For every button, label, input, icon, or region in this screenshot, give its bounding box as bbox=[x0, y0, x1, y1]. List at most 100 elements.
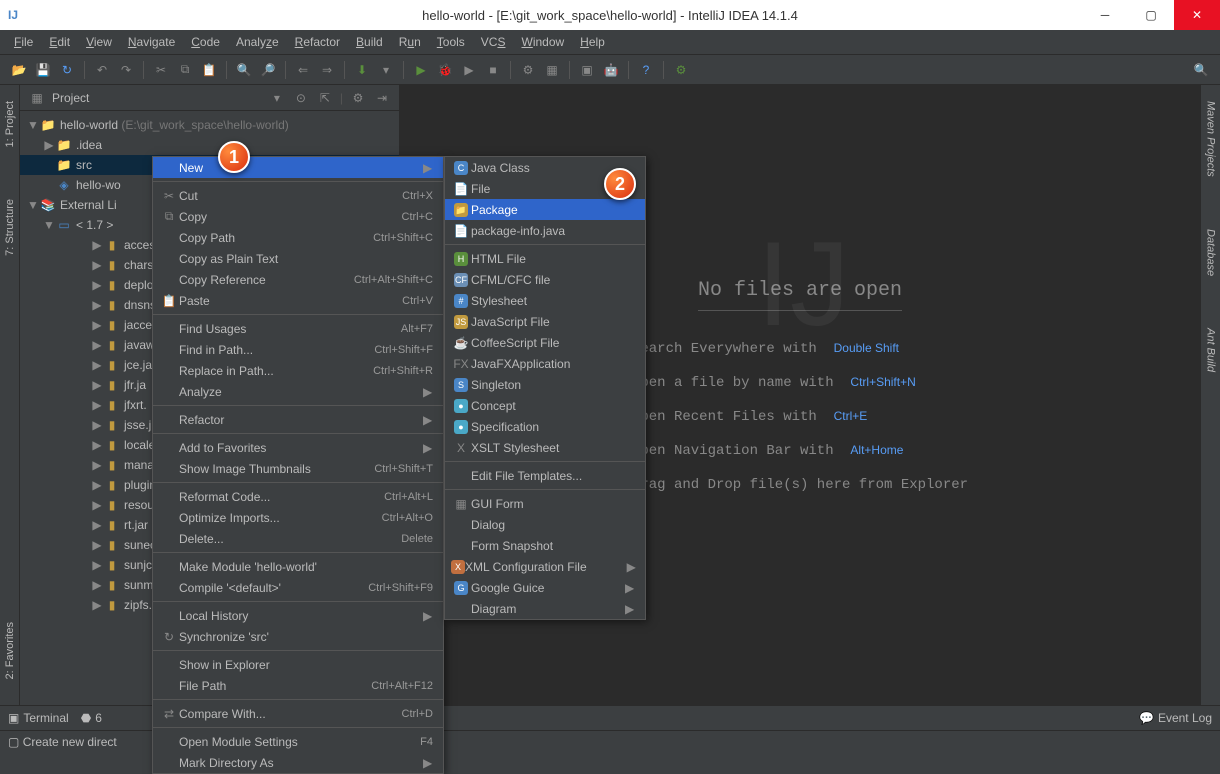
menu-item[interactable]: Find in Path...Ctrl+Shift+F bbox=[153, 339, 443, 360]
save-icon[interactable]: 💾 bbox=[32, 59, 54, 81]
structure-icon[interactable]: ▦ bbox=[541, 59, 563, 81]
terminal-tab[interactable]: ▣ Terminal bbox=[8, 711, 69, 725]
menu-item[interactable]: Add to Favorites▶ bbox=[153, 437, 443, 458]
menu-item[interactable]: ▦GUI Form bbox=[445, 493, 645, 514]
copy-icon[interactable]: ⧉ bbox=[174, 59, 196, 81]
event-log-tab[interactable]: 💬 Event Log bbox=[1139, 711, 1212, 725]
paste-icon[interactable]: 📋 bbox=[198, 59, 220, 81]
search-icon[interactable]: 🔍 bbox=[1190, 59, 1212, 81]
tab-ant[interactable]: Ant Build bbox=[1203, 322, 1219, 378]
menu-file[interactable]: File bbox=[6, 32, 41, 52]
menu-item[interactable]: Analyze▶ bbox=[153, 381, 443, 402]
menu-item[interactable]: Open Module SettingsF4 bbox=[153, 731, 443, 752]
sync-icon[interactable]: ↻ bbox=[56, 59, 78, 81]
menu-refactor[interactable]: Refactor bbox=[287, 32, 348, 52]
menu-item[interactable]: 📋PasteCtrl+V bbox=[153, 290, 443, 311]
tab-project[interactable]: 1: Project bbox=[2, 95, 18, 153]
menu-item[interactable]: Compile '<default>'Ctrl+Shift+F9 bbox=[153, 577, 443, 598]
menu-item[interactable]: Show in Explorer bbox=[153, 654, 443, 675]
menu-item[interactable]: JSJavaScript File bbox=[445, 311, 645, 332]
menu-item[interactable]: 📄package-info.java bbox=[445, 220, 645, 241]
menu-item[interactable]: Delete...Delete bbox=[153, 528, 443, 549]
menu-item[interactable]: Reformat Code...Ctrl+Alt+L bbox=[153, 486, 443, 507]
menu-item[interactable]: Copy as Plain Text bbox=[153, 248, 443, 269]
stop-icon[interactable]: ■ bbox=[482, 59, 504, 81]
gear-icon[interactable]: ⚙ bbox=[670, 59, 692, 81]
coverage-icon[interactable]: ▶ bbox=[458, 59, 480, 81]
menu-item[interactable]: ●Concept bbox=[445, 395, 645, 416]
menu-help[interactable]: Help bbox=[572, 32, 613, 52]
menu-item[interactable]: Local History▶ bbox=[153, 605, 443, 626]
forward-icon[interactable]: ⇒ bbox=[316, 59, 338, 81]
dropdown-icon[interactable]: ▾ bbox=[268, 89, 286, 107]
menu-item[interactable]: ↻Synchronize 'src' bbox=[153, 626, 443, 647]
menu-item[interactable]: Copy ReferenceCtrl+Alt+Shift+C bbox=[153, 269, 443, 290]
menu-edit[interactable]: Edit bbox=[41, 32, 78, 52]
minimize-button[interactable]: ─ bbox=[1082, 0, 1128, 30]
android-icon[interactable]: 🤖 bbox=[600, 59, 622, 81]
tab-structure[interactable]: 7: Structure bbox=[2, 193, 18, 262]
menu-item[interactable]: Optimize Imports...Ctrl+Alt+O bbox=[153, 507, 443, 528]
menu-item[interactable]: 📁Package bbox=[445, 199, 645, 220]
menu-item[interactable]: HHTML File bbox=[445, 248, 645, 269]
menu-tools[interactable]: Tools bbox=[429, 32, 473, 52]
sdk-icon[interactable]: ▣ bbox=[576, 59, 598, 81]
menu-run[interactable]: Run bbox=[391, 32, 429, 52]
menu-build[interactable]: Build bbox=[348, 32, 391, 52]
menu-window[interactable]: Window bbox=[513, 32, 572, 52]
menu-item[interactable]: XXML Configuration File▶ bbox=[445, 556, 645, 577]
vcs-icon[interactable]: ⚙ bbox=[517, 59, 539, 81]
menu-item[interactable]: File PathCtrl+Alt+F12 bbox=[153, 675, 443, 696]
close-button[interactable]: ✕ bbox=[1174, 0, 1220, 30]
menu-item[interactable]: New▶ bbox=[153, 157, 443, 178]
tab-favorites[interactable]: 2: Favorites bbox=[2, 616, 18, 685]
tab-maven[interactable]: Maven Projects bbox=[1203, 95, 1219, 183]
debug-icon[interactable]: 🐞 bbox=[434, 59, 456, 81]
menu-item[interactable]: ✂CutCtrl+X bbox=[153, 185, 443, 206]
menu-item[interactable]: XXSLT Stylesheet bbox=[445, 437, 645, 458]
menu-navigate[interactable]: Navigate bbox=[120, 32, 183, 52]
hide-icon[interactable]: ⇥ bbox=[373, 89, 391, 107]
menu-item[interactable]: Diagram▶ bbox=[445, 598, 645, 619]
menu-item[interactable]: Refactor▶ bbox=[153, 409, 443, 430]
menu-item[interactable]: Copy PathCtrl+Shift+C bbox=[153, 227, 443, 248]
menu-item[interactable]: GGoogle Guice▶ bbox=[445, 577, 645, 598]
replace-icon[interactable]: 🔎 bbox=[257, 59, 279, 81]
menu-item[interactable]: Make Module 'hello-world' bbox=[153, 556, 443, 577]
menu-item[interactable]: CFCFML/CFC file bbox=[445, 269, 645, 290]
find-icon[interactable]: 🔍 bbox=[233, 59, 255, 81]
menu-item[interactable]: Replace in Path...Ctrl+Shift+R bbox=[153, 360, 443, 381]
menu-item[interactable]: Mark Directory As▶ bbox=[153, 752, 443, 773]
menu-item[interactable]: Show Image ThumbnailsCtrl+Shift+T bbox=[153, 458, 443, 479]
menu-item[interactable]: SSingleton bbox=[445, 374, 645, 395]
target-icon[interactable]: ⊙ bbox=[292, 89, 310, 107]
undo-icon[interactable]: ↶ bbox=[91, 59, 113, 81]
menu-item[interactable]: ⧉CopyCtrl+C bbox=[153, 206, 443, 227]
open-icon[interactable]: 📂 bbox=[8, 59, 30, 81]
collapse-icon[interactable]: ⇱ bbox=[316, 89, 334, 107]
menu-code[interactable]: Code bbox=[183, 32, 228, 52]
menu-item[interactable]: ☕CoffeeScript File bbox=[445, 332, 645, 353]
maximize-button[interactable]: ▢ bbox=[1128, 0, 1174, 30]
menu-item[interactable]: Edit File Templates... bbox=[445, 465, 645, 486]
menu-vcs[interactable]: VCS bbox=[473, 32, 514, 52]
settings-icon[interactable]: ⚙ bbox=[349, 89, 367, 107]
tab-database[interactable]: Database bbox=[1203, 223, 1219, 282]
menu-item[interactable]: Form Snapshot bbox=[445, 535, 645, 556]
menu-item[interactable]: FXJavaFXApplication bbox=[445, 353, 645, 374]
menu-item[interactable]: #Stylesheet bbox=[445, 290, 645, 311]
menu-item[interactable]: Find UsagesAlt+F7 bbox=[153, 318, 443, 339]
cut-icon[interactable]: ✂ bbox=[150, 59, 172, 81]
back-icon[interactable]: ⇐ bbox=[292, 59, 314, 81]
menu-analyze[interactable]: Analyze bbox=[228, 32, 287, 52]
redo-icon[interactable]: ↷ bbox=[115, 59, 137, 81]
build-icon[interactable]: ⬇ bbox=[351, 59, 373, 81]
tree-root[interactable]: ▼📁 hello-world (E:\git_work_space\hello-… bbox=[20, 115, 399, 135]
todo-tab[interactable]: ⬣ 6 bbox=[81, 711, 102, 725]
config-dropdown[interactable]: ▾ bbox=[375, 59, 397, 81]
menu-view[interactable]: View bbox=[78, 32, 120, 52]
menu-item[interactable]: Dialog bbox=[445, 514, 645, 535]
project-view-icon[interactable]: ▦ bbox=[28, 89, 46, 107]
run-icon[interactable]: ▶ bbox=[410, 59, 432, 81]
tree-idea[interactable]: ▶📁 .idea bbox=[20, 135, 399, 155]
